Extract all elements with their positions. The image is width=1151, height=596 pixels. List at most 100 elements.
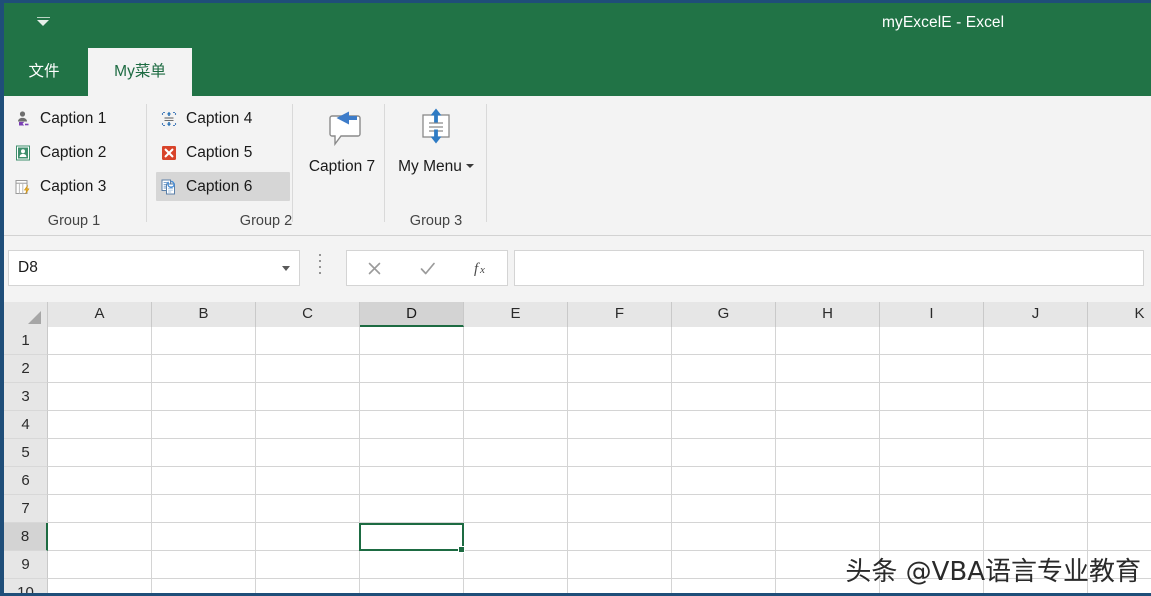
gridline-vertical bbox=[151, 327, 152, 593]
ribbon-button-caption-6[interactable]: Caption 6 bbox=[156, 172, 290, 201]
gridline-vertical bbox=[983, 327, 984, 593]
title-bar: myExcelE - Excel bbox=[0, 0, 1151, 48]
chevron-down-icon bbox=[37, 20, 49, 26]
name-box-dropdown-icon[interactable] bbox=[282, 266, 290, 271]
tab-my-menu[interactable]: My菜单 bbox=[88, 48, 192, 96]
gridline-horizontal bbox=[48, 550, 1151, 551]
insert-function-button[interactable]: f x bbox=[455, 251, 509, 285]
cancel-x-icon bbox=[366, 260, 383, 277]
ribbon-group-2: Caption 4 Caption 5 bbox=[150, 96, 382, 235]
fill-handle[interactable] bbox=[458, 546, 465, 553]
gridline-vertical bbox=[463, 327, 464, 593]
column-header-b[interactable]: B bbox=[152, 302, 256, 327]
row-header-6[interactable]: 6 bbox=[4, 467, 48, 495]
window-left-border bbox=[0, 0, 4, 596]
ribbon-button-label: Caption 4 bbox=[186, 110, 252, 128]
ribbon-group-1: Caption 1 Caption 2 bbox=[4, 96, 144, 235]
ribbon-button-label-text: My Menu bbox=[398, 158, 462, 175]
select-all-triangle-icon bbox=[28, 311, 41, 324]
row-header-2[interactable]: 2 bbox=[4, 355, 48, 383]
ribbon-button-my-menu[interactable]: My Menu bbox=[390, 100, 482, 210]
dot bbox=[319, 254, 321, 256]
dot bbox=[319, 272, 321, 274]
column-header-d[interactable]: D bbox=[360, 302, 464, 327]
ribbon-button-caption-3[interactable]: Caption 3 bbox=[10, 172, 140, 201]
column-header-f[interactable]: F bbox=[568, 302, 672, 327]
tab-file[interactable]: 文件 bbox=[16, 48, 72, 96]
ribbon-group-2-label: Group 2 bbox=[150, 213, 382, 229]
worksheet-grid: A B C D E F G H I J K 1 2 3 4 5 6 7 8 9 … bbox=[4, 302, 1151, 593]
gridline-vertical bbox=[359, 327, 360, 593]
window-title-text: myExcelE - Excel bbox=[882, 0, 1004, 46]
user-share-icon bbox=[14, 110, 32, 128]
row-header-4[interactable]: 4 bbox=[4, 411, 48, 439]
row-header-7[interactable]: 7 bbox=[4, 495, 48, 523]
ribbon-tab-strip: 文件 My菜单 bbox=[0, 48, 1151, 96]
ribbon-button-label: Caption 2 bbox=[40, 144, 106, 162]
ribbon-button-caption-7[interactable]: Caption 7 bbox=[296, 100, 388, 210]
ribbon-button-caption-2[interactable]: Caption 2 bbox=[10, 138, 140, 167]
gridline-horizontal bbox=[48, 522, 1151, 523]
comment-reply-icon bbox=[319, 106, 365, 152]
name-box-value: D8 bbox=[18, 259, 38, 277]
close-red-icon bbox=[160, 144, 178, 162]
delete-column-icon bbox=[14, 178, 32, 196]
ribbon-button-label: Caption 3 bbox=[40, 178, 106, 196]
cell-area[interactable] bbox=[48, 327, 1151, 593]
ribbon-group-separator-1 bbox=[146, 104, 147, 222]
dot bbox=[319, 266, 321, 268]
gridline-horizontal bbox=[48, 466, 1151, 467]
row-header-9[interactable]: 9 bbox=[4, 551, 48, 579]
column-header-k[interactable]: K bbox=[1088, 302, 1151, 327]
chevron-down-icon[interactable] bbox=[466, 164, 474, 168]
formula-bar: D8 f x bbox=[0, 236, 1151, 302]
column-header-row: A B C D E F G H I J K bbox=[4, 302, 1151, 327]
ribbon-button-label: Caption 1 bbox=[40, 110, 106, 128]
gridline-horizontal bbox=[48, 354, 1151, 355]
formula-input[interactable] bbox=[514, 250, 1144, 286]
ribbon-group-3-label: Group 3 bbox=[388, 213, 484, 229]
ribbon-subgroup-separator bbox=[292, 104, 293, 222]
ribbon: Caption 1 Caption 2 bbox=[0, 96, 1151, 236]
ribbon-button-label: My Menu bbox=[391, 157, 481, 177]
column-header-j[interactable]: J bbox=[984, 302, 1088, 327]
column-header-h[interactable]: H bbox=[776, 302, 880, 327]
dot bbox=[319, 260, 321, 262]
name-box[interactable]: D8 bbox=[8, 250, 300, 286]
ribbon-group-3: My Menu Group 3 bbox=[388, 96, 484, 235]
gridline-vertical bbox=[1087, 327, 1088, 593]
row-header-5[interactable]: 5 bbox=[4, 439, 48, 467]
excel-window: myExcelE - Excel 文件 My菜单 Caption 1 bbox=[0, 0, 1151, 596]
column-header-a[interactable]: A bbox=[48, 302, 152, 327]
column-header-i[interactable]: I bbox=[880, 302, 984, 327]
column-header-g[interactable]: G bbox=[672, 302, 776, 327]
gridline-vertical bbox=[671, 327, 672, 593]
gridline-vertical bbox=[879, 327, 880, 593]
gridline-vertical bbox=[567, 327, 568, 593]
svg-text:x: x bbox=[479, 264, 485, 276]
cancel-button[interactable] bbox=[347, 251, 401, 285]
column-header-e[interactable]: E bbox=[464, 302, 568, 327]
enter-button[interactable] bbox=[401, 251, 455, 285]
column-header-c[interactable]: C bbox=[256, 302, 360, 327]
ribbon-group-1-label: Group 1 bbox=[4, 213, 144, 229]
formula-bar-resize-handle[interactable] bbox=[318, 254, 322, 282]
ribbon-button-caption-4[interactable]: Caption 4 bbox=[156, 104, 290, 133]
autofit-rows-icon bbox=[413, 106, 459, 152]
row-header-10[interactable]: 10 bbox=[4, 579, 48, 593]
row-header-3[interactable]: 3 bbox=[4, 383, 48, 411]
contact-card-icon bbox=[14, 144, 32, 162]
copy-refresh-icon bbox=[160, 178, 178, 196]
select-all-button[interactable] bbox=[4, 302, 48, 327]
selected-cell-d8 bbox=[359, 523, 464, 551]
ribbon-button-label: Caption 7 bbox=[297, 157, 387, 177]
ribbon-button-caption-1[interactable]: Caption 1 bbox=[10, 104, 140, 133]
gridline-horizontal bbox=[48, 578, 1151, 579]
gridline-horizontal bbox=[48, 410, 1151, 411]
row-header-1[interactable]: 1 bbox=[4, 327, 48, 355]
ribbon-button-caption-5[interactable]: Caption 5 bbox=[156, 138, 290, 167]
quick-access-toolbar-dropdown-icon[interactable] bbox=[33, 14, 55, 32]
row-header-8[interactable]: 8 bbox=[4, 523, 48, 551]
fit-height-icon bbox=[160, 110, 178, 128]
window-top-border bbox=[0, 0, 1151, 3]
